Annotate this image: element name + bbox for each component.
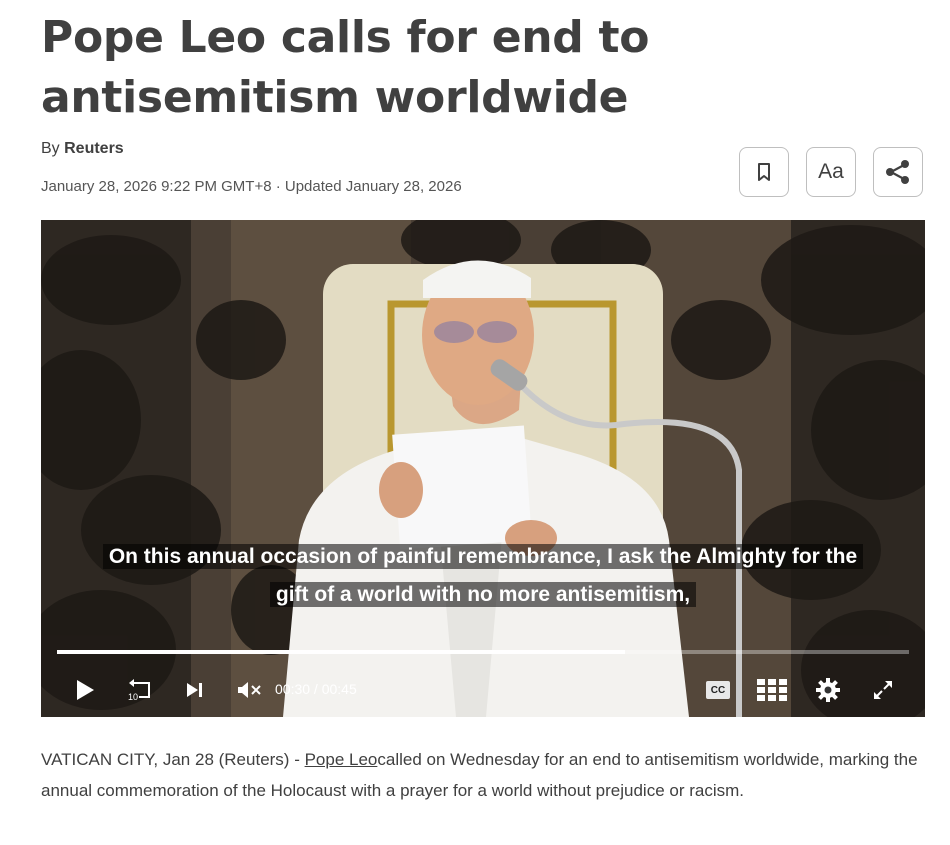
byline-prefix: By xyxy=(41,140,65,157)
video-progress-bar[interactable] xyxy=(57,650,909,654)
rewind-10-icon: 10 xyxy=(128,679,150,702)
duration: 00:45 xyxy=(321,681,357,697)
pope-leo-link[interactable]: Pope Leo xyxy=(305,750,378,769)
text-size-button[interactable]: Aa xyxy=(806,147,856,197)
video-time: 00:30 / 00:45 xyxy=(275,681,357,697)
publish-date: January 28, 2026 9:22 PM GMT+8 · Updated… xyxy=(41,178,462,195)
share-icon xyxy=(886,160,909,184)
mute-button[interactable] xyxy=(235,676,263,704)
author-link[interactable]: Reuters xyxy=(64,140,124,157)
rewind-10-button[interactable]: 10 xyxy=(125,676,155,704)
article-paragraph: VATICAN CITY, Jan 28 (Reuters) - Pope Le… xyxy=(41,745,921,806)
text-size-label: Aa xyxy=(818,160,844,183)
rewind-10-label: 10 xyxy=(128,692,138,702)
paragraph-dateline: VATICAN CITY, Jan 28 (Reuters) - xyxy=(41,750,305,769)
grid-button[interactable] xyxy=(756,676,788,704)
fullscreen-icon xyxy=(874,681,892,699)
caption-line-1: On this annual occasion of painful remem… xyxy=(102,544,864,569)
share-button[interactable] xyxy=(873,147,923,197)
cc-icon: CC xyxy=(706,681,730,699)
video-caption: On this annual occasion of painful remem… xyxy=(41,538,925,614)
skip-next-button[interactable] xyxy=(183,676,205,704)
byline: By Reuters xyxy=(41,140,124,158)
video-progress-fill xyxy=(57,650,626,654)
grid-icon xyxy=(757,679,787,701)
current-time: 00:30 xyxy=(275,681,311,697)
skip-next-icon xyxy=(187,683,202,697)
video-frame xyxy=(41,220,925,717)
article-headline: Pope Leo calls for end to antisemitism w… xyxy=(41,12,650,123)
bookmark-button[interactable] xyxy=(739,147,789,197)
play-button[interactable] xyxy=(73,676,97,704)
mute-icon xyxy=(238,682,261,698)
video-player[interactable]: On this annual occasion of painful remem… xyxy=(41,220,925,717)
bookmark-icon xyxy=(758,163,770,181)
captions-button[interactable]: CC xyxy=(704,676,732,704)
fullscreen-button[interactable] xyxy=(871,676,895,704)
settings-button[interactable] xyxy=(815,676,841,704)
caption-line-2: gift of a world with no more antisemitis… xyxy=(269,582,697,607)
time-separator: / xyxy=(310,681,322,697)
gear-icon xyxy=(816,678,840,702)
play-icon xyxy=(77,680,94,700)
